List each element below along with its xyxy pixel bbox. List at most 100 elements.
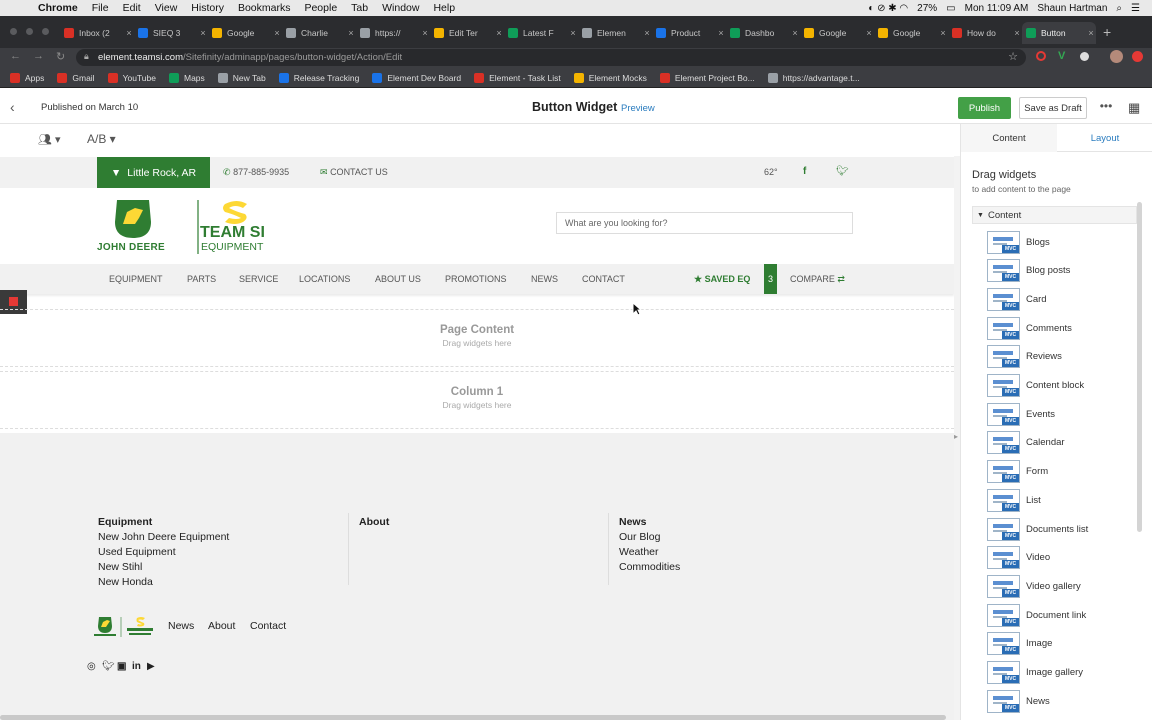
browser-tab[interactable]: How do × [948, 22, 1022, 44]
widget-item[interactable]: MVC Content block [987, 374, 1137, 398]
horizontal-scrollbar[interactable] [0, 715, 946, 720]
bookmark-item[interactable]: https://advantage.t... [767, 72, 860, 83]
nav-news[interactable]: NEWS [531, 274, 558, 284]
page-content-dropzone[interactable]: Page Content Drag widgets here [0, 309, 954, 367]
more-actions-icon[interactable]: ••• [1096, 97, 1116, 119]
browser-tab[interactable]: https:// × [356, 22, 430, 44]
compare-link[interactable]: COMPARE ⇄ [790, 274, 845, 285]
menu-tab[interactable]: Tab [351, 2, 368, 14]
menu-help[interactable]: Help [433, 2, 455, 14]
tab-close-icon[interactable]: × [124, 28, 134, 38]
menu-bookmarks[interactable]: Bookmarks [238, 2, 291, 14]
publish-button[interactable]: Publish [958, 97, 1011, 119]
footer-link[interactable]: New John Deere Equipment [98, 531, 229, 543]
tab-close-icon[interactable]: × [864, 28, 874, 38]
extension-icon[interactable] [1036, 51, 1046, 61]
footer-nav-contact[interactable]: Contact [250, 620, 286, 632]
forward-icon[interactable]: → [33, 50, 44, 62]
nav-promotions[interactable]: PROMOTIONS [445, 274, 507, 284]
footer-link[interactable]: Used Equipment [98, 546, 176, 558]
footer-link[interactable]: Commodities [619, 561, 680, 573]
tab-close-icon[interactable]: × [938, 28, 948, 38]
new-tab-icon[interactable]: + [1103, 24, 1111, 40]
widget-item[interactable]: MVC Form [987, 460, 1137, 484]
reload-icon[interactable]: ↻ [56, 50, 65, 63]
panel-scrollbar[interactable] [1137, 202, 1142, 532]
tab-close-icon[interactable]: × [568, 28, 578, 38]
saved-eq-link[interactable]: ★ SAVED EQ [694, 274, 750, 285]
widget-item[interactable]: MVC News [987, 689, 1137, 713]
youtube-icon[interactable]: ▶ [147, 661, 155, 672]
profile-avatar[interactable] [1110, 50, 1123, 63]
nav-equipment[interactable]: EQUIPMENT [109, 274, 163, 284]
browser-tab[interactable]: SIEQ 3 × [134, 22, 208, 44]
save-draft-button[interactable]: Save as Draft [1019, 97, 1087, 119]
footer-link[interactable]: Our Blog [619, 531, 660, 543]
browser-tab[interactable]: Elemen × [578, 22, 652, 44]
battery-icon[interactable]: ▭ [946, 3, 955, 14]
content-section-toggle[interactable]: ▼ Content [972, 206, 1137, 224]
widget-item[interactable]: MVC Comments [987, 316, 1137, 340]
minimize-window-icon[interactable] [26, 28, 33, 35]
browser-tab[interactable]: Dashbo × [726, 22, 800, 44]
widget-item[interactable]: MVC Document link [987, 603, 1137, 627]
footer-nav-about[interactable]: About [208, 620, 235, 632]
collapse-arrow-icon[interactable]: ▸ [954, 432, 958, 441]
linkedin-icon[interactable]: in [132, 661, 141, 672]
footer-nav-news[interactable]: News [168, 620, 194, 632]
widget-item[interactable]: MVC Video gallery [987, 574, 1137, 598]
phone-link[interactable]: ✆ 877-885-9935 [223, 167, 289, 178]
search-icon[interactable]: ⌕ [1116, 3, 1122, 14]
browser-tab[interactable]: Google × [800, 22, 874, 44]
grid-icon[interactable]: ▦ [1128, 100, 1140, 116]
user-name[interactable]: Shaun Hartman [1037, 3, 1107, 14]
menu-people[interactable]: People [304, 2, 337, 14]
widget-item[interactable]: MVC Video [987, 546, 1137, 570]
widget-item[interactable]: MVC Documents list [987, 517, 1137, 541]
preview-link[interactable]: Preview [621, 103, 655, 114]
status-icons[interactable]: ◐ ⊘ ✱ ◠ [868, 3, 908, 14]
browser-tab[interactable]: Inbox (2 × [60, 22, 134, 44]
url-field[interactable]: 🔒︎ element.teamsi.com/Sitefinity/adminap… [76, 49, 1026, 66]
bookmark-item[interactable]: YouTube [107, 72, 156, 83]
menu-window[interactable]: Window [382, 2, 419, 14]
facebook-icon[interactable]: f [803, 166, 806, 177]
footer-link[interactable]: New Stihl [98, 561, 142, 573]
location-button[interactable]: ▼ Little Rock, AR [97, 157, 210, 188]
facebook-icon[interactable]: ▣ [117, 661, 126, 672]
bookmark-item[interactable]: Gmail [57, 72, 95, 83]
nav-parts[interactable]: PARTS [187, 274, 216, 284]
v-extension-icon[interactable]: V [1058, 50, 1065, 62]
browser-tab[interactable]: Button × [1022, 22, 1096, 44]
footer-logo[interactable] [91, 616, 157, 638]
nav-contact[interactable]: CONTACT [582, 274, 625, 284]
list-icon[interactable]: ☰ [1131, 3, 1140, 14]
widget-item[interactable]: MVC Image gallery [987, 661, 1137, 685]
twitter-icon[interactable]: 🐦︎ [102, 661, 115, 672]
menu-history[interactable]: History [191, 2, 224, 14]
bookmark-item[interactable]: New Tab [217, 72, 266, 83]
menu-app-name[interactable]: Chrome [38, 2, 78, 14]
back-icon[interactable]: ← [10, 50, 21, 62]
footer-link[interactable]: New Honda [98, 576, 153, 588]
extension-dot-icon[interactable] [1080, 52, 1089, 61]
update-icon[interactable] [1132, 51, 1143, 62]
tab-close-icon[interactable]: × [494, 28, 504, 38]
bookmark-item[interactable]: Release Tracking [278, 72, 359, 83]
widget-item[interactable]: MVC List [987, 488, 1137, 512]
widget-item[interactable]: MVC Events [987, 402, 1137, 426]
browser-tab[interactable]: Edit Ter × [430, 22, 504, 44]
tab-close-icon[interactable]: × [716, 28, 726, 38]
column-1-dropzone[interactable]: Column 1 Drag widgets here [0, 371, 954, 429]
tab-close-icon[interactable]: × [642, 28, 652, 38]
lock-icon[interactable]: 🔒︎ [84, 51, 89, 62]
footer-link[interactable]: Weather [619, 546, 659, 558]
bookmark-item[interactable]: Element Project Bo... [659, 72, 755, 83]
tab-close-icon[interactable]: × [1012, 28, 1022, 38]
personas-icon[interactable]: 👥︎ ▾ [38, 133, 61, 146]
nav-locations[interactable]: LOCATIONS [299, 274, 350, 284]
tab-close-icon[interactable]: × [420, 28, 430, 38]
menu-file[interactable]: File [92, 2, 109, 14]
bookmark-item[interactable]: Apps [10, 72, 44, 83]
tab-close-icon[interactable]: × [790, 28, 800, 38]
